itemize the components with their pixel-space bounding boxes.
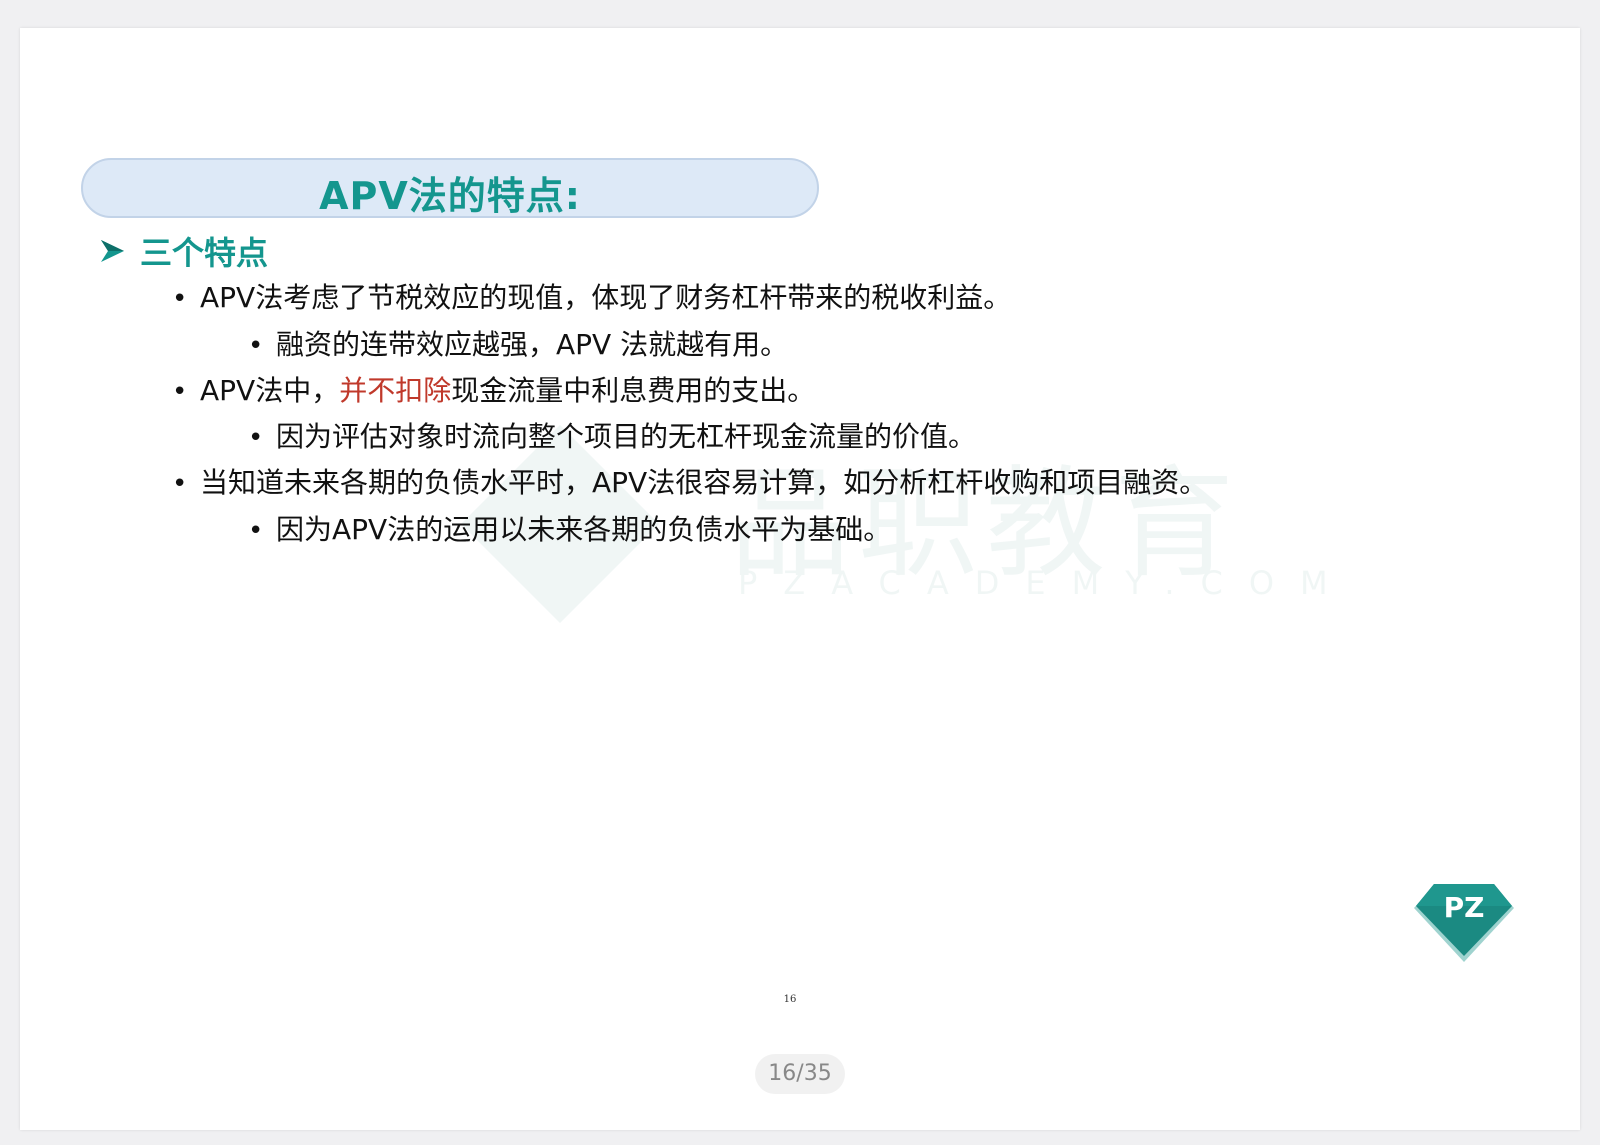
sub-bullet-item-1: • 融资的连带效应越强，APV 法就越有用。 [248,323,788,363]
sub-bullet-item-2: • 因为评估对象时流向整个项目的无杠杆现金流量的价值。 [248,415,976,455]
bullet-text: 当知道未来各期的负债水平时，APV法很容易计算，如分析杠杆收购和项目融资。 [200,466,1208,499]
slide-title: APV法的特点: [319,174,581,218]
title-pill: APV法的特点: [81,158,819,218]
bullet-text-pre: APV法中， [200,374,340,407]
logo-text: PZ [1444,891,1485,924]
bullet-dot: • [172,284,188,314]
sub-bullet-text: 融资的连带效应越强，APV 法就越有用。 [276,328,789,361]
bullet-item-1: • APV法考虑了节税效应的现值，体现了财务杠杆带来的税收利益。 [172,276,1011,316]
bullet-dot: • [172,469,188,499]
slide-page: 品职教育 PZACADEMY.COM APV法的特点: 三个特点 • APV法考… [20,28,1580,1130]
bullet-dot: • [248,331,264,361]
sub-bullet-text: 因为APV法的运用以未来各期的负债水平为基础。 [276,513,892,546]
section-title: 三个特点 [140,234,269,272]
bullet-dot: • [248,516,264,546]
bullet-text-post: 现金流量中利息费用的支出。 [451,374,816,407]
page-indicator: 16/35 [755,1054,845,1094]
bullet-text-highlight: 并不扣除 [339,374,452,407]
bullet-dot: • [172,377,188,407]
sub-bullet-item-3: • 因为APV法的运用以未来各期的负债水平为基础。 [248,508,891,548]
bullet-item-2: • APV法中， 并不扣除 现金流量中利息费用的支出。 [172,369,815,409]
watermark-subtext: PZACADEMY.COM [738,564,1354,602]
section-heading: 三个特点 [98,228,268,274]
pz-logo-icon: PZ [1414,884,1514,962]
arrow-bullet-icon [101,240,124,262]
bullet-text: APV法考虑了节税效应的现值，体现了财务杠杆带来的税收利益。 [200,281,1012,314]
sub-bullet-text: 因为评估对象时流向整个项目的无杠杆现金流量的价值。 [276,420,977,453]
slide-number: 16 [783,994,797,1005]
slide-viewer: 品职教育 PZACADEMY.COM APV法的特点: 三个特点 • APV法考… [0,0,1600,1145]
bullet-item-3: • 当知道未来各期的负债水平时，APV法很容易计算，如分析杠杆收购和项目融资。 [172,461,1207,501]
bullet-dot: • [248,423,264,453]
